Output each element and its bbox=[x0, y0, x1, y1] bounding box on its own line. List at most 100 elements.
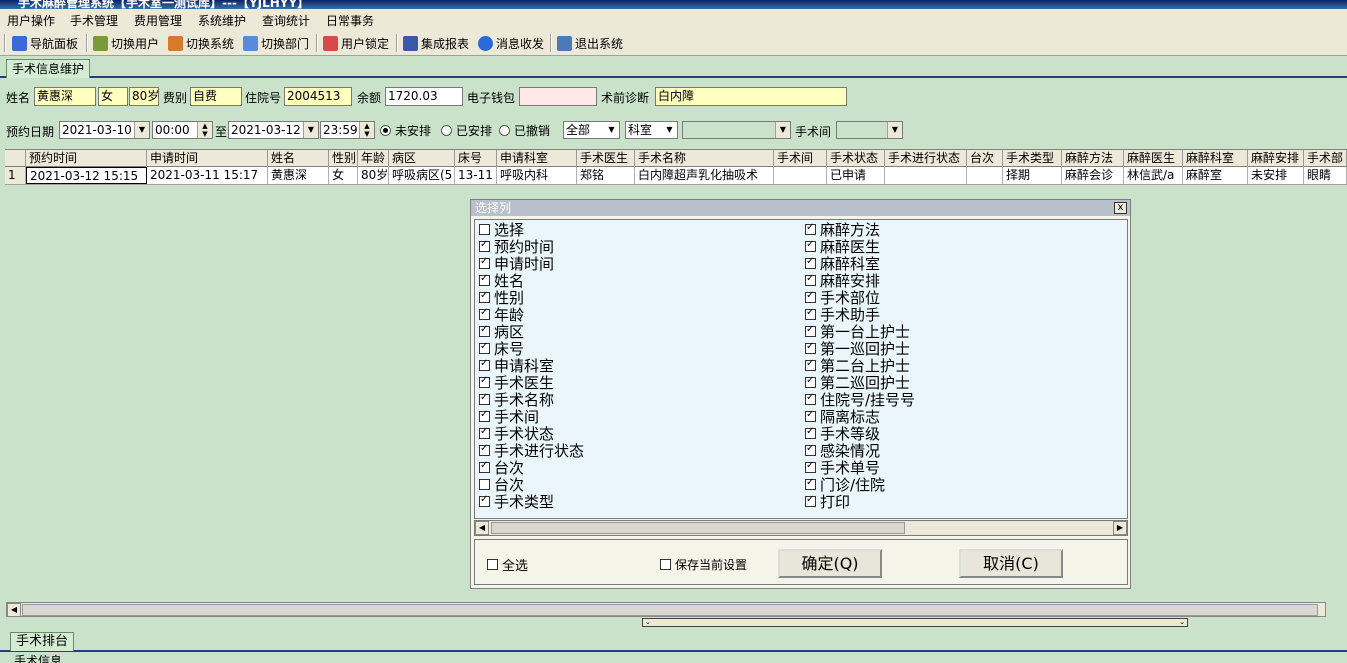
dept-type-select[interactable]: 科室 ▼ bbox=[625, 121, 678, 139]
message-button[interactable]: 消息收发 bbox=[478, 33, 544, 53]
table-cell[interactable]: 呼吸病区(5 bbox=[389, 167, 455, 184]
time-to-spinner[interactable]: 23:59 ▲ ▼ bbox=[320, 121, 375, 139]
checkbox-checked[interactable] bbox=[805, 341, 816, 354]
scroll-thumb[interactable] bbox=[491, 522, 905, 534]
column-header[interactable]: 床号 bbox=[455, 150, 497, 167]
checkbox-unchecked[interactable] bbox=[479, 479, 490, 490]
spinner-icon[interactable]: ▲ ▼ bbox=[197, 122, 212, 138]
menu-user-operation[interactable]: 用户操作 bbox=[7, 12, 55, 29]
table-cell[interactable]: 80岁 bbox=[358, 167, 389, 184]
checkbox-checked[interactable] bbox=[479, 494, 490, 507]
radio-unarranged[interactable]: 未安排 bbox=[380, 122, 431, 139]
column-option[interactable]: 手术类型 bbox=[479, 493, 554, 511]
checkbox-checked[interactable] bbox=[805, 324, 816, 337]
table-cell[interactable]: 眼睛 bbox=[1304, 167, 1347, 184]
save-settings-checkbox[interactable]: 保存当前设置 bbox=[660, 556, 747, 573]
checkbox-checked[interactable] bbox=[805, 443, 816, 456]
column-header[interactable]: 申请科室 bbox=[497, 150, 577, 167]
checkbox-checked[interactable] bbox=[479, 273, 490, 286]
column-header[interactable]: 年龄 bbox=[358, 150, 389, 167]
user-lock-button[interactable]: 用户锁定 bbox=[323, 33, 389, 53]
time-from-spinner[interactable]: 00:00 ▲ ▼ bbox=[152, 121, 213, 139]
column-header[interactable]: 申请时间 bbox=[147, 150, 268, 167]
table-cell[interactable] bbox=[967, 167, 1003, 184]
checkbox-checked[interactable] bbox=[479, 409, 490, 422]
table-cell[interactable]: 女 bbox=[329, 167, 358, 184]
checkbox-checked[interactable] bbox=[479, 239, 490, 252]
checkbox-checked[interactable] bbox=[805, 460, 816, 473]
diagnosis-field[interactable]: 白内障 bbox=[655, 87, 847, 106]
dialog-horizontal-scrollbar[interactable]: ◀ ▶ bbox=[474, 520, 1128, 536]
wallet-field[interactable] bbox=[519, 87, 597, 106]
table-cell[interactable]: 黄惠深 bbox=[268, 167, 329, 184]
chevron-down-icon[interactable]: ▼ bbox=[604, 122, 619, 138]
switch-department-button[interactable]: 切换部门 bbox=[243, 33, 309, 53]
table-cell[interactable] bbox=[885, 167, 967, 184]
checkbox-checked[interactable] bbox=[805, 256, 816, 269]
fee-type-field[interactable]: 自费 bbox=[190, 87, 242, 106]
column-header[interactable]: 手术部 bbox=[1304, 150, 1347, 167]
chevron-down-icon[interactable]: ▼ bbox=[303, 122, 318, 138]
table-cell[interactable]: 林信武/a bbox=[1124, 167, 1183, 184]
row-number-cell[interactable]: 1 bbox=[5, 167, 26, 184]
checkbox-checked[interactable] bbox=[805, 426, 816, 439]
chevron-down-icon[interactable]: ⌄ bbox=[1179, 619, 1185, 626]
report-button[interactable]: 集成报表 bbox=[403, 33, 469, 53]
column-header[interactable]: 手术名称 bbox=[635, 150, 774, 167]
column-header[interactable]: 麻醉科室 bbox=[1183, 150, 1248, 167]
checkbox-checked[interactable] bbox=[479, 426, 490, 439]
checkbox-checked[interactable] bbox=[805, 477, 816, 490]
navigation-panel-button[interactable]: 导航面板 bbox=[12, 33, 78, 53]
checkbox-checked[interactable] bbox=[805, 290, 816, 303]
table-cell[interactable]: 2021-03-12 15:15 bbox=[26, 167, 147, 184]
checkbox-checked[interactable] bbox=[479, 290, 490, 303]
column-header[interactable]: 性别 bbox=[329, 150, 358, 167]
menu-query-statistics[interactable]: 查询统计 bbox=[262, 12, 310, 29]
checkbox-checked[interactable] bbox=[479, 256, 490, 269]
checkbox-checked[interactable] bbox=[805, 375, 816, 388]
table-cell[interactable]: 2021-03-11 15:17 bbox=[147, 167, 268, 184]
switch-user-button[interactable]: 切换用户 bbox=[93, 33, 159, 53]
chevron-down-icon[interactable]: ▼ bbox=[775, 122, 790, 138]
table-cell[interactable]: 麻醉室 bbox=[1183, 167, 1248, 184]
checkbox-checked[interactable] bbox=[805, 392, 816, 405]
checkbox-unchecked[interactable] bbox=[479, 224, 490, 235]
panel-splitter[interactable]: ⌄ ⌄ bbox=[642, 618, 1188, 627]
column-header[interactable]: 预约时间 bbox=[26, 150, 147, 167]
column-header[interactable]: 麻醉医生 bbox=[1124, 150, 1183, 167]
ok-button[interactable]: 确定(Q) bbox=[778, 549, 882, 578]
checkbox-checked[interactable] bbox=[479, 307, 490, 320]
column-header[interactable]: 台次 bbox=[967, 150, 1003, 167]
age-field[interactable]: 80岁 bbox=[129, 87, 159, 106]
column-header[interactable]: 手术医生 bbox=[577, 150, 635, 167]
radio-arranged[interactable]: 已安排 bbox=[441, 122, 492, 139]
tab-surgery-scheduling[interactable]: 手术排台 bbox=[10, 632, 75, 651]
table-cell[interactable]: 郑铭 bbox=[577, 167, 635, 184]
exit-button[interactable]: 退出系统 bbox=[557, 33, 623, 53]
column-header[interactable]: 病区 bbox=[389, 150, 455, 167]
menu-fee-management[interactable]: 费用管理 bbox=[134, 12, 182, 29]
checkbox-checked[interactable] bbox=[479, 358, 490, 371]
balance-field[interactable]: 1720.03 bbox=[385, 87, 463, 106]
scroll-right-icon[interactable]: ▶ bbox=[1113, 521, 1127, 535]
checkbox-checked[interactable] bbox=[805, 358, 816, 371]
sex-field[interactable]: 女 bbox=[98, 87, 128, 106]
dept-select[interactable]: ▼ bbox=[682, 121, 791, 139]
column-header[interactable]: 手术间 bbox=[774, 150, 827, 167]
column-header[interactable]: 麻醉方法 bbox=[1062, 150, 1124, 167]
table-cell[interactable]: 13-11 bbox=[455, 167, 497, 184]
checkbox-checked[interactable] bbox=[805, 494, 816, 507]
select-all-checkbox[interactable]: 全选 bbox=[487, 556, 528, 574]
checkbox-checked[interactable] bbox=[805, 307, 816, 320]
checkbox-checked[interactable] bbox=[479, 375, 490, 388]
inpatient-no-field[interactable]: 2004513 bbox=[284, 87, 352, 106]
close-icon[interactable]: x bbox=[1114, 202, 1127, 214]
table-row[interactable]: 1 2021-03-12 15:15 2021-03-11 15:17 黄惠深 … bbox=[5, 167, 1347, 185]
column-header[interactable]: 手术类型 bbox=[1003, 150, 1062, 167]
column-header[interactable]: 手术状态 bbox=[827, 150, 885, 167]
scroll-left-icon[interactable]: ◀ bbox=[475, 521, 489, 535]
checkbox-checked[interactable] bbox=[805, 273, 816, 286]
checkbox-checked[interactable] bbox=[805, 222, 816, 235]
table-cell[interactable]: 麻醉会诊 bbox=[1062, 167, 1124, 184]
chevron-down-icon[interactable]: ▼ bbox=[662, 122, 677, 138]
